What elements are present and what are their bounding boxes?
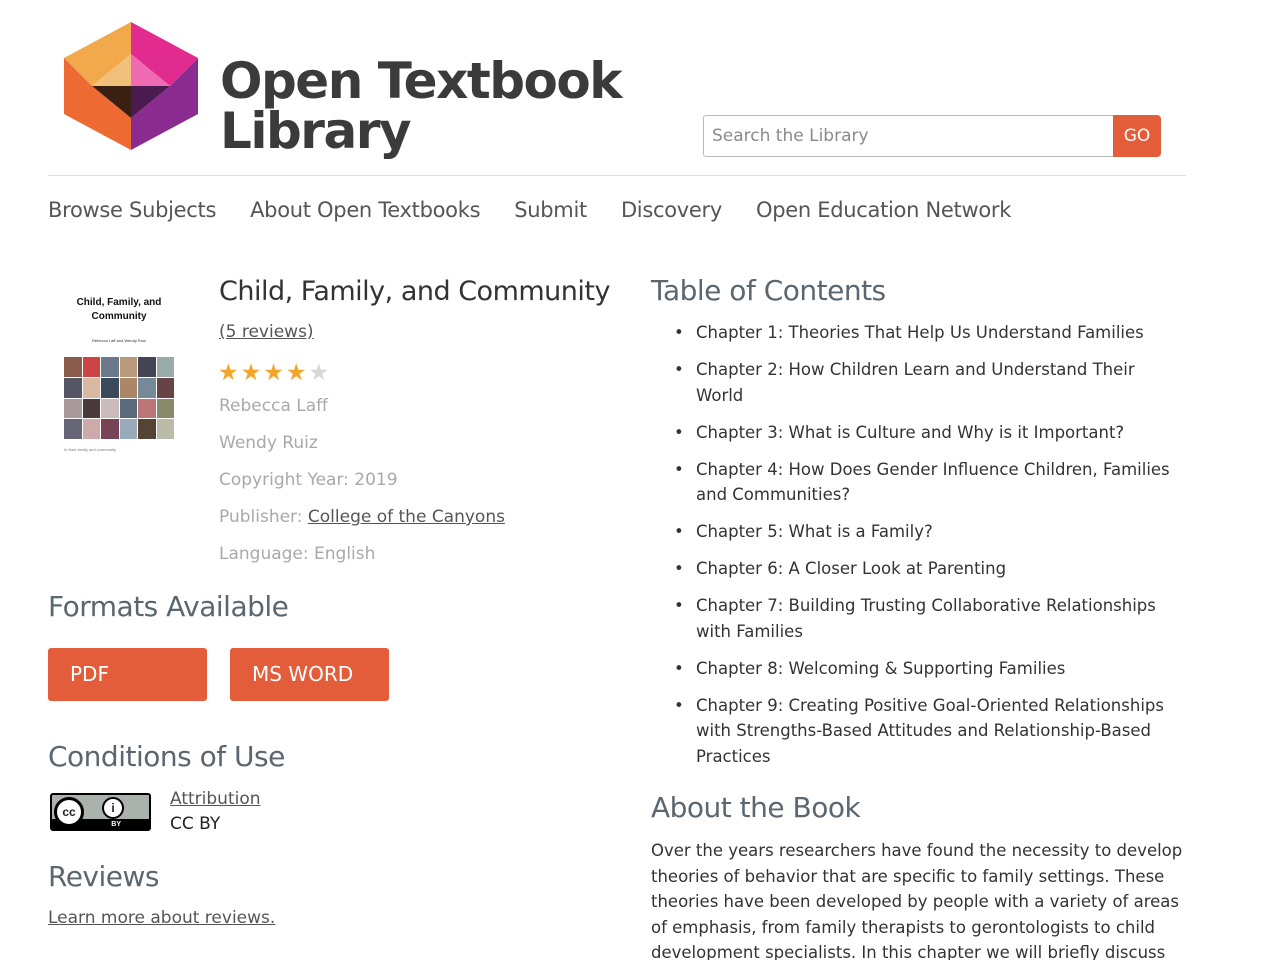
toc-item: Chapter 9: Creating Positive Goal-Orient… (672, 693, 1182, 770)
toc-item: Chapter 1: Theories That Help Us Underst… (672, 320, 1182, 346)
star-filled-icon: ★ (285, 359, 307, 385)
star-filled-icon: ★ (240, 359, 262, 385)
license-name: CC BY (170, 814, 221, 834)
copyright-year: Copyright Year: 2019 (219, 470, 398, 490)
cc-icon: cc (54, 797, 84, 827)
conditions-heading: Conditions of Use (48, 740, 285, 773)
about-description: Over the years researchers have found th… (651, 841, 1183, 960)
nav-discovery[interactable]: Discovery (621, 198, 722, 222)
cover-authors: Rebecca Laff and Wendy Ruiz (92, 338, 146, 343)
nav-browse-subjects[interactable]: Browse Subjects (48, 198, 216, 222)
cover-title: Child, Family, and Community (76, 297, 162, 322)
star-rating: ★ ★ ★ ★ ★ (218, 360, 329, 384)
site-header: Open Textbook Library GO (48, 0, 1186, 176)
logo-wordmark[interactable]: Open Textbook Library (220, 52, 622, 160)
toc-item: Chapter 5: What is a Family? (672, 519, 1182, 545)
reviews-count-link[interactable]: (5 reviews) (219, 322, 314, 342)
cover-footer: In their family and community (64, 447, 117, 452)
formats-heading: Formats Available (48, 590, 289, 623)
author-1: Rebecca Laff (219, 396, 328, 416)
msword-download-button[interactable]: MS WORD (230, 648, 389, 701)
toc-item: Chapter 4: How Does Gender Influence Chi… (672, 457, 1182, 508)
toc-list: Chapter 1: Theories That Help Us Underst… (672, 320, 1182, 781)
cover-photo-collage (64, 357, 174, 439)
book-cover: Child, Family, and Community Rebecca Laf… (60, 286, 178, 452)
toc-item: Chapter 7: Building Trusting Collaborati… (672, 593, 1182, 644)
nav-open-education-network[interactable]: Open Education Network (756, 198, 1011, 222)
publisher: Publisher: College of the Canyons (219, 507, 505, 527)
main-nav: Browse Subjects About Open Textbooks Sub… (48, 198, 1011, 222)
star-empty-icon: ★ (308, 359, 330, 385)
language: Language: English (219, 544, 376, 564)
toc-item: Chapter 2: How Children Learn and Unders… (672, 357, 1182, 408)
pdf-download-button[interactable]: PDF (48, 648, 207, 701)
nav-about-open-textbooks[interactable]: About Open Textbooks (250, 198, 480, 222)
reviews-heading: Reviews (48, 860, 160, 893)
nav-submit[interactable]: Submit (514, 198, 587, 222)
open-textbook-library-logo-icon[interactable] (58, 20, 204, 152)
attribution-link[interactable]: Attribution (170, 789, 261, 809)
attribution-person-icon: i (102, 797, 124, 819)
toc-heading: Table of Contents (651, 274, 886, 307)
author-2: Wendy Ruiz (219, 433, 318, 453)
cc-by-license-icon[interactable]: cc i BY (50, 793, 151, 831)
logo-line-1: Open Textbook (220, 52, 622, 110)
book-title: Child, Family, and Community (219, 276, 610, 307)
star-filled-icon: ★ (263, 359, 284, 385)
publisher-link[interactable]: College of the Canyons (308, 507, 505, 527)
toc-item: Chapter 6: A Closer Look at Parenting (672, 556, 1182, 582)
badge-by-text: BY (111, 821, 121, 828)
search-go-button[interactable]: GO (1113, 115, 1161, 157)
learn-more-reviews-link[interactable]: Learn more about reviews. (48, 908, 275, 928)
star-filled-icon: ★ (218, 359, 239, 385)
logo-line-2: Library (220, 102, 411, 160)
publisher-label: Publisher: (219, 507, 308, 527)
search-input[interactable] (703, 115, 1113, 157)
about-heading: About the Book (651, 791, 861, 824)
toc-item: Chapter 3: What is Culture and Why is it… (672, 420, 1182, 446)
toc-item: Chapter 8: Welcoming & Supporting Famili… (672, 656, 1182, 682)
